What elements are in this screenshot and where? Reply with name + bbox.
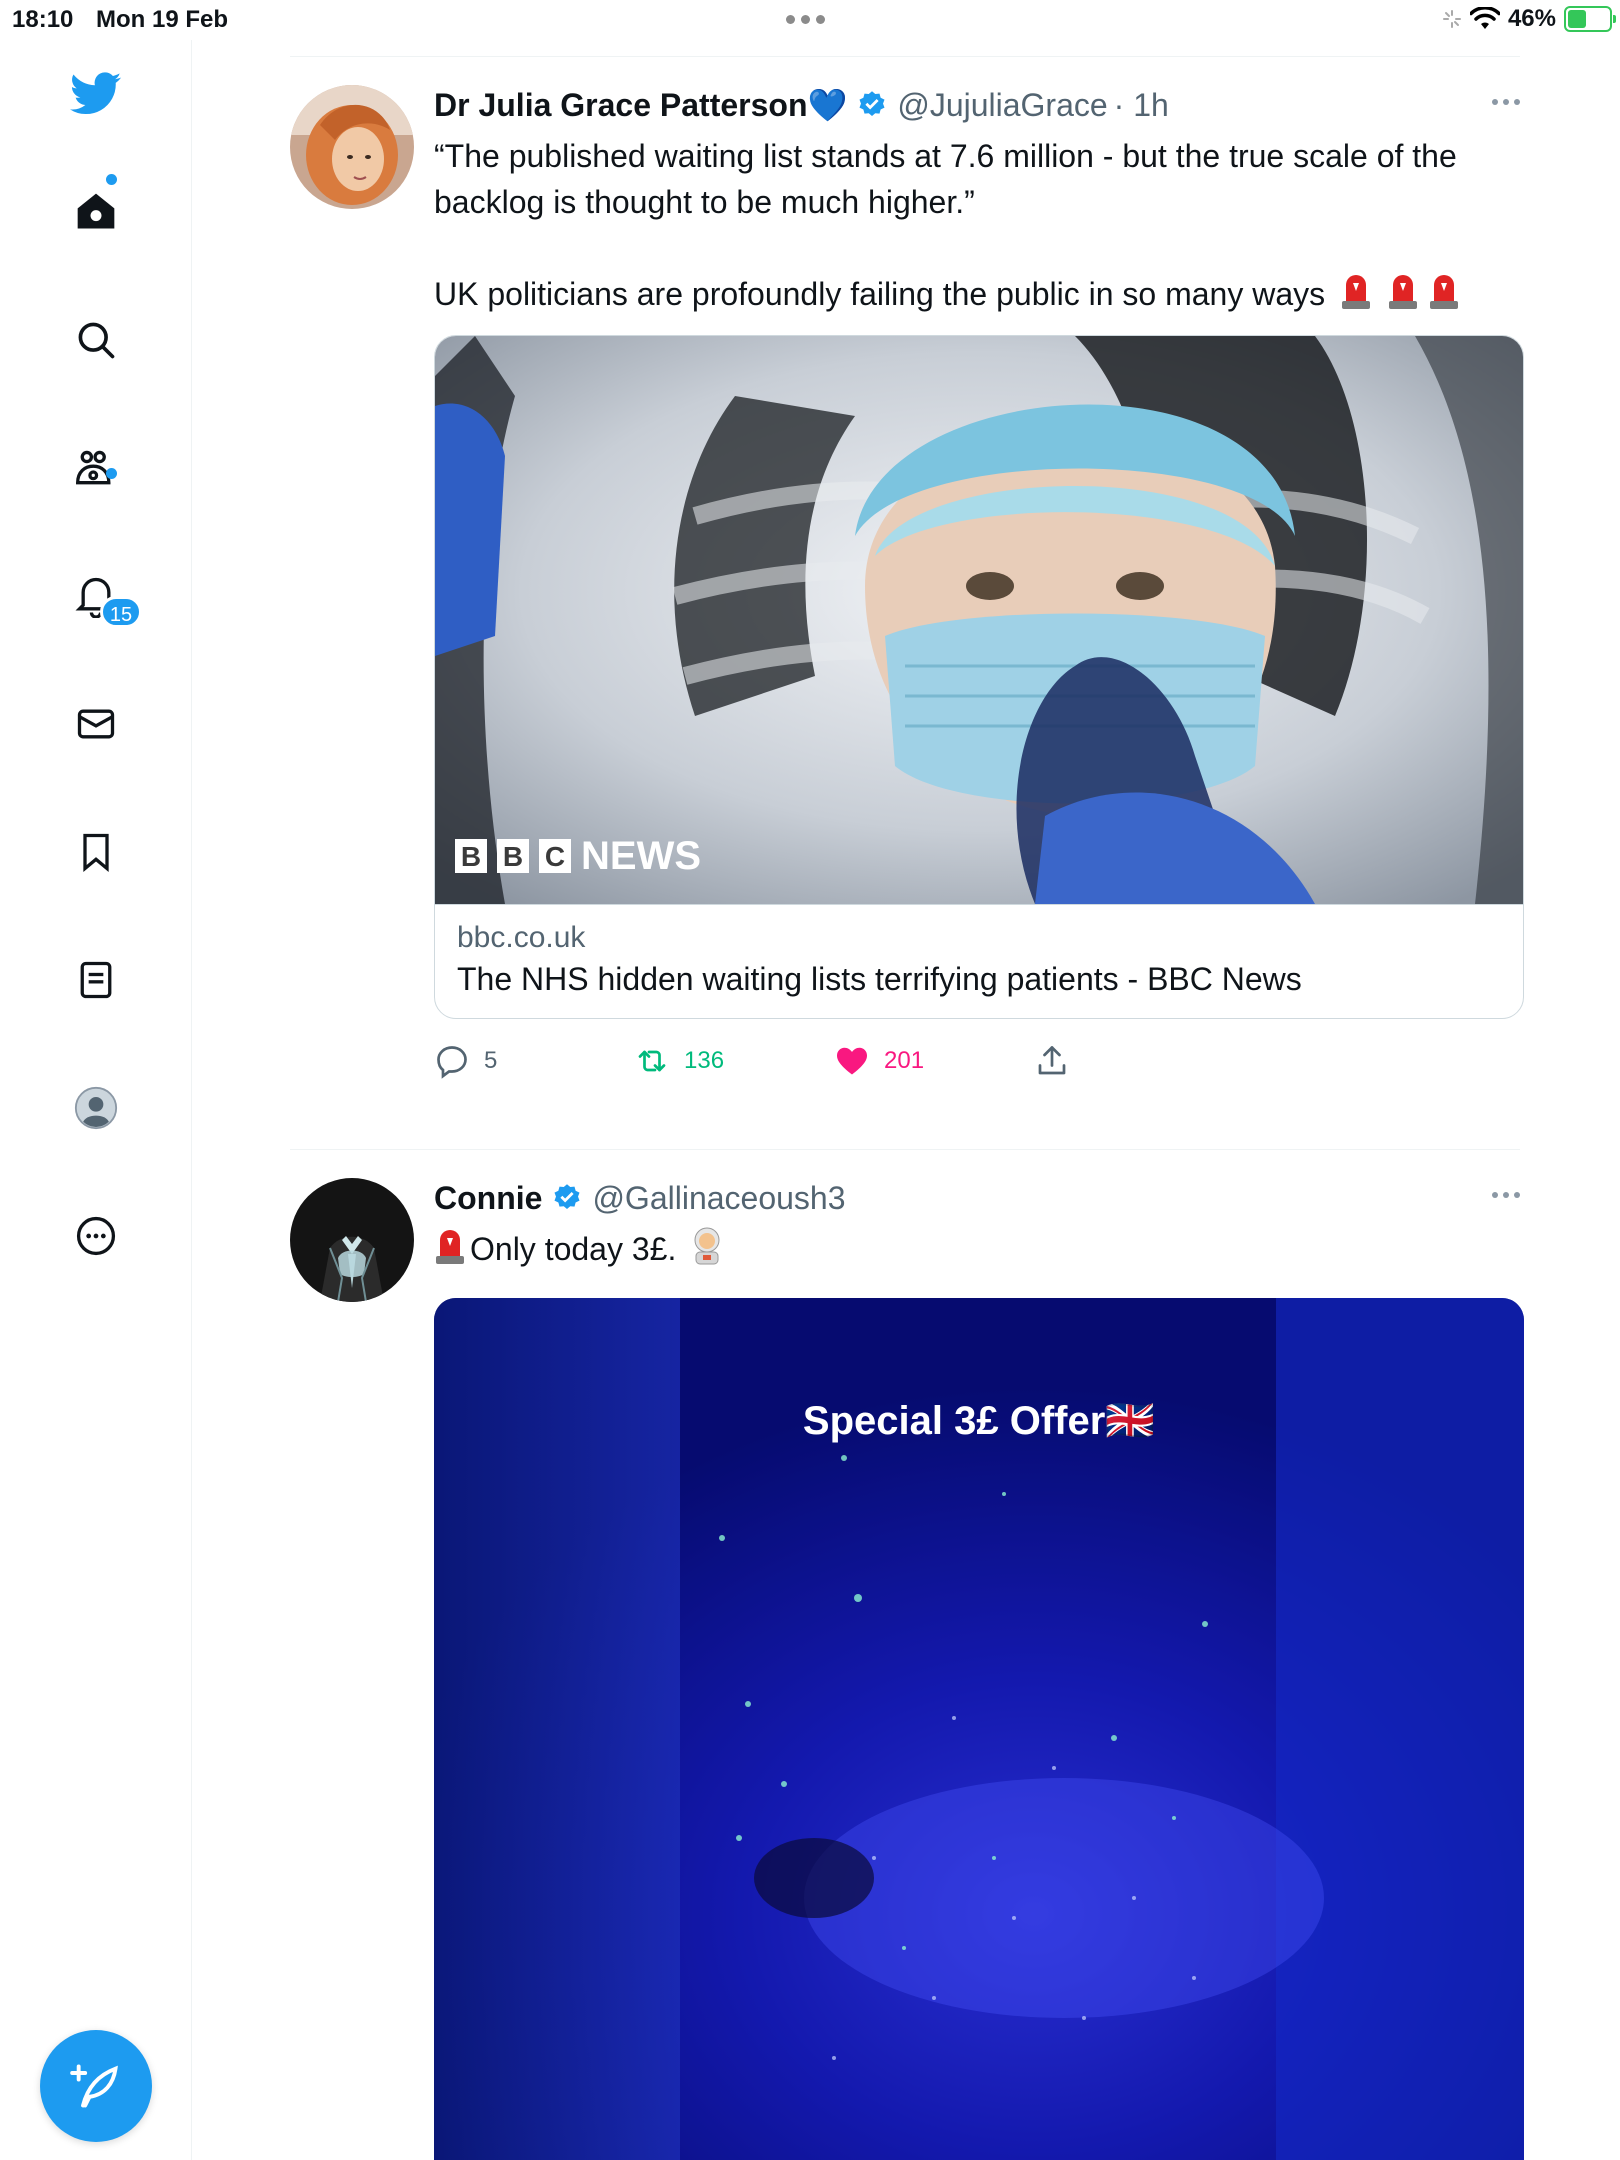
battery-percent: 46% <box>1507 5 1556 32</box>
tweet[interactable]: Dr Julia Grace Patterson 💙 @JujuliaGrace… <box>290 57 1524 1149</box>
wifi-icon <box>1469 7 1500 29</box>
tweet-text: Only today 3£. <box>470 1231 677 1267</box>
notifications-badge: 15 <box>100 596 142 628</box>
tweet-video[interactable]: Special 3£ Offer🇬🇧 <box>434 1298 1524 2160</box>
mail-icon <box>77 709 115 739</box>
search-icon <box>78 322 115 359</box>
avatar[interactable] <box>290 85 414 209</box>
like-button[interactable]: 201 <box>834 1043 1034 1079</box>
home-unread-dot <box>106 174 117 185</box>
tweet-text: “The published waiting list stands at 7.… <box>434 138 1457 220</box>
verified-badge-icon <box>554 1184 580 1209</box>
reply-count: 5 <box>484 1047 498 1074</box>
tweet[interactable]: Connie @Gallinaceoush3 Only today 3£. Sp… <box>290 1150 1524 2160</box>
loading-spinner-icon <box>1442 10 1461 28</box>
name-emoji: 💙 <box>807 87 848 123</box>
tweet-text-line-2: UK politicians are profoundly failing th… <box>434 271 1494 317</box>
timeline: Dr Julia Grace Patterson 💙 @JujuliaGrace… <box>290 56 1524 2160</box>
compose-tweet-button[interactable] <box>40 2030 152 2142</box>
video-caption: Special 3£ Offer🇬🇧 <box>803 1399 1155 1443</box>
status-bar: 18:10 Mon 19 Feb 46% <box>0 0 1620 40</box>
astronaut-emoji-icon <box>694 1227 720 1265</box>
verified-badge-icon <box>859 91 885 116</box>
more-options-icon[interactable] <box>1492 1192 1520 1198</box>
more-circle-icon <box>76 1216 116 1256</box>
siren-emoji-icon <box>1342 275 1371 309</box>
retweet-count: 136 <box>684 1047 725 1074</box>
bbc-logo-letter: C <box>545 841 565 872</box>
link-card[interactable]: B B C NEWS bbc.co.uk The NHS hidden wait… <box>434 335 1524 1019</box>
sidebar-item-search[interactable] <box>66 310 126 370</box>
tweet-time[interactable]: · 1h <box>1114 87 1169 124</box>
siren-emoji-icon <box>1388 275 1417 309</box>
more-options-icon[interactable] <box>1492 99 1520 105</box>
sidebar-item-lists[interactable] <box>66 950 126 1010</box>
multitasking-dots-icon[interactable] <box>786 15 825 24</box>
siren-emoji-icon <box>1429 275 1458 309</box>
tweet-actions: 5 136 201 <box>434 1041 1520 1081</box>
share-icon <box>1038 1046 1066 1075</box>
card-title: The NHS hidden waiting lists terrifying … <box>457 961 1302 997</box>
sidebar-item-home[interactable] <box>66 182 126 242</box>
home-icon <box>77 193 115 229</box>
siren-emoji-icon <box>436 1230 464 1264</box>
like-count: 201 <box>884 1047 925 1074</box>
author-name[interactable]: Dr Julia Grace Patterson <box>434 87 807 124</box>
sidebar-item-bookmarks[interactable] <box>66 822 126 882</box>
share-button[interactable] <box>1034 1043 1234 1079</box>
retweet-button[interactable]: 136 <box>634 1043 834 1079</box>
battery-icon <box>1564 6 1616 32</box>
bbc-logo-letter: B <box>503 841 523 872</box>
card-domain: bbc.co.uk <box>457 921 586 954</box>
sidebar-item-communities[interactable] <box>66 438 126 498</box>
retweet-icon <box>638 1050 666 1072</box>
status-time: 18:10 <box>12 6 74 33</box>
card-image[interactable]: B B C NEWS <box>435 336 1523 904</box>
tweet-text-2: UK politicians are profoundly failing th… <box>434 276 1326 312</box>
author-handle[interactable]: @Gallinaceoush3 <box>592 1180 845 1217</box>
bbc-logo-text: NEWS <box>581 834 701 878</box>
feather-plus-icon <box>70 2064 118 2108</box>
heart-filled-icon <box>837 1047 867 1075</box>
sidebar: 15 <box>0 40 192 2160</box>
reply-button[interactable]: 5 <box>434 1043 634 1079</box>
bookmark-icon <box>83 833 109 873</box>
list-icon <box>80 961 112 999</box>
avatar[interactable] <box>290 1178 414 1302</box>
twitter-logo-icon[interactable] <box>66 62 126 122</box>
sidebar-item-profile[interactable] <box>66 1078 126 1138</box>
sidebar-item-more[interactable] <box>66 1206 126 1266</box>
author-handle[interactable]: @JujuliaGrace <box>897 87 1107 124</box>
reply-icon <box>437 1046 467 1079</box>
author-name[interactable]: Connie <box>434 1180 542 1217</box>
status-date: Mon 19 Feb <box>96 6 229 33</box>
sidebar-item-messages[interactable] <box>66 694 126 754</box>
tweet-text-line: Only today 3£. <box>434 1226 1494 1272</box>
bbc-logo-letter: B <box>461 841 481 872</box>
communities-unread-dot <box>106 468 117 479</box>
avatar-icon <box>74 1086 118 1130</box>
